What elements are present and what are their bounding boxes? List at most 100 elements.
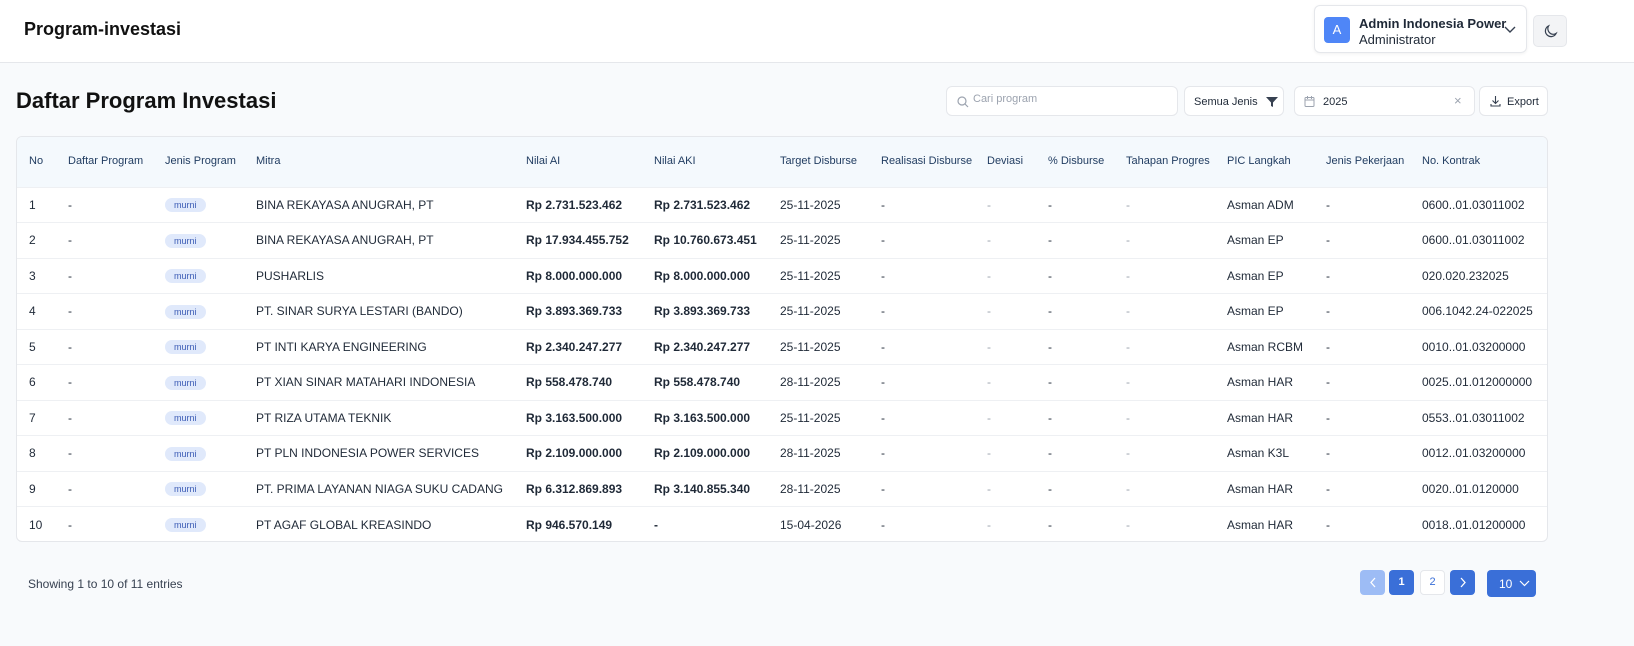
cell-nilai-aki: - [654,506,780,541]
table-row[interactable]: 5- murni PT INTI KARYA ENGINEERING Rp 2.340… [17,328,1547,365]
table-row[interactable]: 2- murni BINA REKAYASA ANUGRAH, PT Rp 17.93… [17,222,1547,258]
cell-jenis-pekerjaan: - [1326,257,1422,294]
chevron-down-icon [1504,26,1516,33]
cell-jenis-pekerjaan: - [1326,293,1422,329]
page-size-value: 10 [1499,577,1513,591]
cell-pic-langkah: Asman EP [1227,222,1326,258]
entries-info: Showing 1 to 10 of 11 entries [28,577,183,591]
user-menu[interactable]: A Admin Indonesia Power Administrator [1314,5,1527,53]
cell-tahapan-progres: - [1126,364,1227,400]
cell-realisasi-disburse: - [881,222,987,258]
cell-jenis-program: murni [165,470,256,507]
cell-nilai-ai: Rp 2.109.000.000 [526,435,654,471]
cell-jenis-program: murni [165,222,256,258]
cell-no-kontrak: 0600..01.03011002 [1422,222,1547,258]
column-header-jenis-pekerjaan: Jenis Pekerjaan [1326,137,1422,187]
cell-persen-disburse: - [1048,506,1126,541]
cell-no-kontrak: 0010..01.03200000 [1422,328,1547,365]
cell-jenis-program: murni [165,506,256,541]
cell-persen-disburse: - [1048,435,1126,471]
column-header-no: No [17,137,68,187]
column-header-deviasi: Deviasi [987,137,1048,187]
column-header-target-disburse: Target Disburse [780,137,881,187]
cell-deviasi: - [987,506,1048,541]
cell-daftar-program: - [68,399,165,436]
jenis-badge: murni [165,269,206,284]
theme-toggle-button[interactable] [1533,15,1567,47]
cell-nilai-aki: Rp 2.340.247.277 [654,328,780,365]
cell-realisasi-disburse: - [881,328,987,365]
cell-persen-disburse: - [1048,364,1126,400]
cell-nilai-ai: Rp 2.340.247.277 [526,328,654,365]
cell-target-disburse: 25-11-2025 [780,293,881,329]
table-row[interactable]: 3- murni PUSHARLIS Rp 8.000.000.000 Rp 8.000… [17,257,1547,294]
cell-realisasi-disburse: - [881,186,987,223]
cell-target-disburse: 28-11-2025 [780,470,881,507]
export-button[interactable]: Export [1479,86,1548,116]
search-input[interactable] [973,93,1163,105]
cell-deviasi: - [987,293,1048,329]
table-row[interactable]: 1- murni BINA REKAYASA ANUGRAH, PT Rp 2.731… [17,186,1547,223]
cell-tahapan-progres: - [1126,257,1227,294]
column-header-jenis-program: Jenis Program [165,137,256,187]
table-row[interactable]: 8- murni PT PLN INDONESIA POWER SERVICES Rp… [17,435,1547,471]
cell-no: 4 [17,293,68,329]
filter-label: Semua Jenis [1194,96,1258,108]
jenis-badge: murni [165,233,206,248]
page-1-button[interactable]: 1 [1389,570,1414,595]
cell-nilai-aki: Rp 8.000.000.000 [654,257,780,294]
search-box[interactable] [946,86,1178,116]
cell-nilai-aki: Rp 558.478.740 [654,364,780,400]
cell-jenis-pekerjaan: - [1326,399,1422,436]
page-title: Daftar Program Investasi [16,88,277,113]
column-header-pic-langkah: PIC Langkah [1227,137,1326,187]
cell-nilai-ai: Rp 3.893.369.733 [526,293,654,329]
jenis-badge: murni [165,304,206,319]
page-2-button[interactable]: 2 [1420,570,1445,595]
cell-no-kontrak: 0012..01.03200000 [1422,435,1547,471]
cell-pic-langkah: Asman HAR [1227,470,1326,507]
filter-icon [1266,97,1278,107]
column-header-realisasi-disburse: Realisasi Disburse [881,137,987,187]
table-row[interactable]: 9- murni PT. PRIMA LAYANAN NIAGA SUKU CADA… [17,470,1547,507]
chevron-right-icon [1460,577,1466,588]
table-row[interactable]: 10- murni PT AGAF GLOBAL KREASINDO Rp 946.5… [17,506,1547,541]
clear-icon[interactable]: × [1454,93,1462,108]
table-row[interactable]: 7- murni PT RIZA UTAMA TEKNIK Rp 3.163.500.… [17,399,1547,436]
cell-no-kontrak: 006.1042.24-022025 [1422,293,1547,329]
cell-jenis-program: murni [165,186,256,223]
cell-mitra: PT RIZA UTAMA TEKNIK [256,399,526,436]
cell-daftar-program: - [68,257,165,294]
download-icon [1490,96,1501,107]
cell-deviasi: - [987,222,1048,258]
jenis-badge: murni [165,198,206,213]
column-header-daftar-program: Daftar Program [68,137,165,187]
prev-page-button[interactable] [1360,570,1385,595]
table-row[interactable]: 4- murni PT. SINAR SURYA LESTARI (BANDO) Rp… [17,293,1547,329]
next-page-button[interactable] [1450,570,1475,595]
cell-jenis-pekerjaan: - [1326,364,1422,400]
year-picker[interactable]: 2025 × [1294,86,1475,116]
type-filter-button[interactable]: Semua Jenis [1184,86,1284,116]
cell-daftar-program: - [68,186,165,223]
cell-pic-langkah: Asman K3L [1227,435,1326,471]
cell-nilai-aki: Rp 3.163.500.000 [654,399,780,436]
cell-tahapan-progres: - [1126,293,1227,329]
cell-realisasi-disburse: - [881,435,987,471]
cell-realisasi-disburse: - [881,506,987,541]
cell-pic-langkah: Asman EP [1227,257,1326,294]
cell-no-kontrak: 020.020.232025 [1422,257,1547,294]
calendar-icon [1304,96,1315,107]
cell-no: 10 [17,506,68,541]
cell-no-kontrak: 0553..01.03011002 [1422,399,1547,436]
page-size-select[interactable]: 10 [1487,570,1536,597]
cell-target-disburse: 25-11-2025 [780,257,881,294]
cell-no: 1 [17,186,68,223]
cell-no: 9 [17,470,68,507]
cell-jenis-program: murni [165,293,256,329]
cell-mitra: BINA REKAYASA ANUGRAH, PT [256,222,526,258]
cell-persen-disburse: - [1048,293,1126,329]
cell-daftar-program: - [68,470,165,507]
table-row[interactable]: 6- murni PT XIAN SINAR MATAHARI INDONESIA R… [17,364,1547,400]
cell-persen-disburse: - [1048,257,1126,294]
